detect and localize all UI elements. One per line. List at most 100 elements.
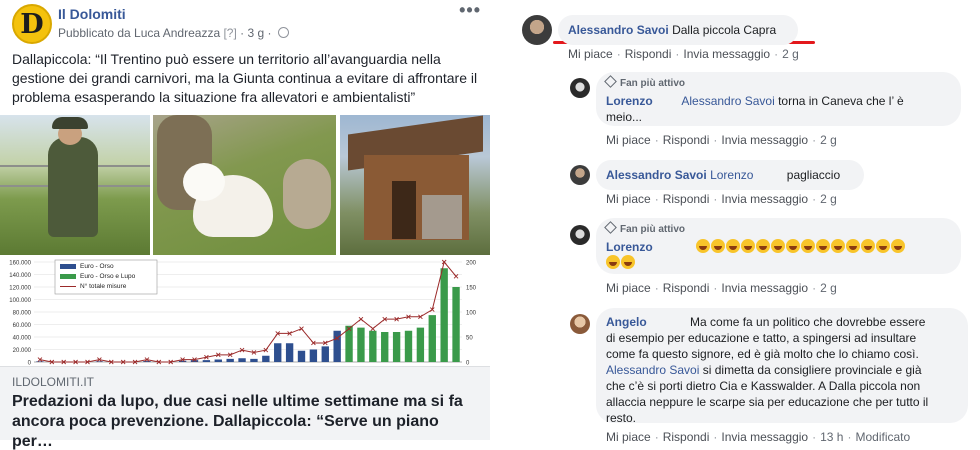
y-tick-label-right: 200 xyxy=(466,261,477,267)
bar-euro-orso xyxy=(274,343,282,362)
comment-time[interactable]: 2 g xyxy=(820,133,837,147)
comment-text-4: si dimetta da consigliere provinciale e … xyxy=(699,363,922,377)
y-tick-label-left: 160.000 xyxy=(9,261,31,267)
post-time[interactable]: 3 g xyxy=(247,26,264,40)
y-tick-label-left: 60.000 xyxy=(13,323,32,329)
like-link[interactable]: Mi piace xyxy=(606,430,651,444)
photo-dog-goats xyxy=(153,115,336,255)
message-link[interactable]: Invia messaggio xyxy=(721,430,808,444)
reply-link[interactable]: Rispondi xyxy=(663,281,710,295)
comment-text-6: allaccia neppure le scarpe sia per educa… xyxy=(606,395,929,409)
comment-time[interactable]: 2 g xyxy=(820,192,837,206)
like-link[interactable]: Mi piace xyxy=(568,47,613,61)
comment-item: Fan più attivo Lorenzo_ Mi piace·Rispond… xyxy=(515,218,980,298)
comment-time[interactable]: 2 g xyxy=(782,47,799,61)
comment-item: Angelo_ Ma come fa un politico che dovre… xyxy=(515,308,980,450)
laughing-emoji-icon xyxy=(756,239,771,253)
bar-euro-orso xyxy=(143,361,151,362)
comment-item: Alessandro Savoi Lorenzo_ pagliaccio Mi … xyxy=(515,160,980,210)
laughing-emoji-icon xyxy=(711,239,726,253)
bar-euro-orso xyxy=(381,332,389,362)
like-link[interactable]: Mi piace xyxy=(606,133,651,147)
avatar[interactable] xyxy=(522,15,552,45)
comment-author[interactable]: Alessandro Savoi xyxy=(568,23,669,37)
message-link[interactable]: Invia messaggio xyxy=(721,133,808,147)
comment-author[interactable]: Lorenzo xyxy=(606,94,653,108)
comment-actions: Mi piace · Rispondi · Invia messaggio · 2 g xyxy=(606,281,837,295)
link-title[interactable]: Predazioni da lupo, due casi nelle ultim… xyxy=(12,392,482,450)
bar-euro-orso xyxy=(226,358,234,362)
comment-actions: Mi piace · Rispondi · Invia messaggio · 2 g xyxy=(606,133,837,147)
message-link[interactable]: Invia messaggio xyxy=(721,281,808,295)
comment-text-cont: meio... xyxy=(606,110,643,124)
bar-euro-orso xyxy=(309,349,318,362)
bar-euro-orso xyxy=(262,355,270,362)
message-link[interactable]: Invia messaggio xyxy=(683,47,770,61)
laughing-emoji-icon xyxy=(816,239,831,253)
comment-mention[interactable]: Alessandro Savoi xyxy=(681,94,774,108)
photo-ranger xyxy=(0,115,150,255)
link-preview-box[interactable]: ILDOLOMITI.IT Predazioni da lupo, due ca… xyxy=(0,366,490,450)
fan-badge: Fan più attivo xyxy=(604,221,951,238)
diamond-icon xyxy=(604,221,617,234)
legend-label: N° totale misure xyxy=(80,282,127,290)
edited-label[interactable]: Modificato xyxy=(855,430,910,444)
like-link[interactable]: Mi piace xyxy=(606,281,651,295)
comment-mention[interactable]: Alessandro Savoi xyxy=(606,363,699,377)
comment-time[interactable]: 2 g xyxy=(820,281,837,295)
post-text: Dallapiccola: “Il Trentino può essere un… xyxy=(12,51,478,105)
post-card: D Il Dolomiti Pubblicato da Luca Andreaz… xyxy=(0,0,492,450)
reply-link[interactable]: Rispondi xyxy=(663,430,710,444)
message-link[interactable]: Invia messaggio xyxy=(721,192,808,206)
laughing-emoji-icon xyxy=(606,255,620,269)
comment-actions: Mi piace · Rispondi · Invia messaggio · 13 h · M… xyxy=(606,430,911,444)
published-by: Pubblicato da Luca Andreazza xyxy=(58,26,221,40)
help-qmark[interactable]: [?] xyxy=(223,26,236,40)
comment-bubble: Alessandro Savoi Lorenzo_ pagliaccio xyxy=(596,160,864,190)
line-marker xyxy=(370,326,376,331)
bar-euro-orso xyxy=(333,330,341,362)
avatar[interactable] xyxy=(570,78,590,98)
globe-icon xyxy=(277,27,289,38)
page-name-link[interactable]: Il Dolomiti xyxy=(58,6,126,22)
bar-euro-orso xyxy=(178,360,187,362)
comment-text-7: resto. xyxy=(606,411,637,425)
comment-text: pagliaccio xyxy=(786,168,841,182)
bar-euro-orso xyxy=(202,360,211,362)
like-link[interactable]: Mi piace xyxy=(606,192,651,206)
avatar[interactable] xyxy=(570,165,590,185)
comment-actions: Mi piace · Rispondi · Invia messaggio · 2 g xyxy=(606,192,837,206)
more-dots-icon[interactable]: ••• xyxy=(459,0,481,21)
laughing-emoji-icon xyxy=(741,239,756,253)
comment-text-2: di esempio per educazione e tatto, a spi… xyxy=(606,331,917,345)
line-marker xyxy=(358,316,364,322)
laughing-emoji-icon xyxy=(771,239,786,253)
link-preview-image[interactable] xyxy=(0,115,490,255)
bar-euro-orso xyxy=(250,358,258,362)
diamond-icon xyxy=(604,75,617,88)
comment-time[interactable]: 13 h xyxy=(820,430,843,444)
laughing-emoji-icon xyxy=(831,239,846,253)
comment-author[interactable]: Angelo xyxy=(606,315,647,329)
laughing-emoji-icon xyxy=(786,239,801,253)
page-avatar[interactable]: D xyxy=(12,4,52,44)
reply-link[interactable]: Rispondi xyxy=(663,133,710,147)
y-tick-label-left: 40.000 xyxy=(13,336,32,342)
laughing-emoji-icon xyxy=(696,239,711,253)
reply-link[interactable]: Rispondi xyxy=(625,47,672,61)
comment-item: Fan più attivo Lorenzo_ Alessandro Savoi… xyxy=(515,72,980,152)
bar-euro-orso xyxy=(357,327,365,362)
comment-item: Alessandro Savoi Dalla piccola Capra Mi … xyxy=(515,0,980,64)
comment-text: Dalla piccola Capra xyxy=(672,23,777,37)
laughing-emoji-icon xyxy=(861,239,876,253)
comment-mention[interactable]: Lorenzo xyxy=(710,168,753,182)
comment-author[interactable]: Lorenzo xyxy=(606,240,653,254)
avatar[interactable] xyxy=(570,225,590,245)
comment-text-5: che c’è si porti dietro Cia e Kasswalder… xyxy=(606,379,921,393)
y-tick-label-left: 140.000 xyxy=(9,273,31,279)
comment-bubble: Fan più attivo Lorenzo_ Alessandro Savoi… xyxy=(596,72,961,126)
reply-link[interactable]: Rispondi xyxy=(663,192,710,206)
legend-swatch xyxy=(60,274,76,279)
avatar[interactable] xyxy=(570,314,590,334)
comment-author[interactable]: Alessandro Savoi xyxy=(606,168,707,182)
